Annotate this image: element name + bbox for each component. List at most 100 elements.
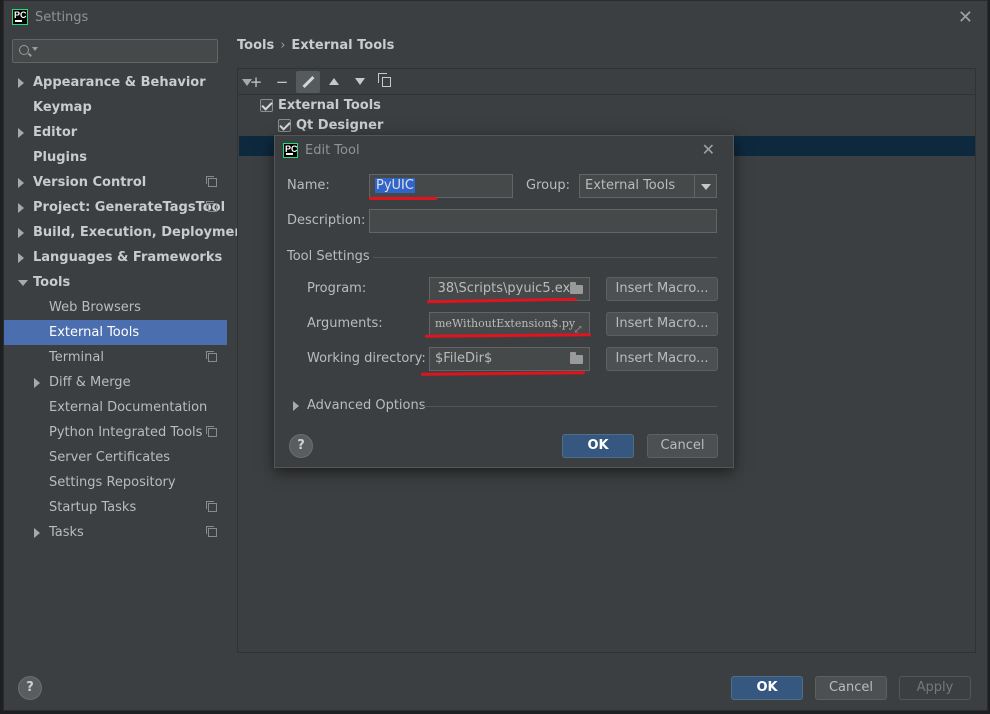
qt-designer-checkbox[interactable] [278,119,291,132]
sidebar-item-web-browsers[interactable]: Web Browsers [4,295,227,320]
annotation-underline [369,197,437,200]
insert-macro-arguments-button[interactable]: Insert Macro... [606,312,718,336]
dialog-title: Edit Tool [305,142,360,158]
sidebar-item-terminal[interactable]: Terminal [4,345,227,370]
working-directory-field[interactable]: $FileDir$ [429,347,590,371]
chevron-right-icon[interactable] [18,178,24,188]
chevron-down-icon[interactable] [694,175,716,197]
arrow-down-icon [355,78,365,85]
description-field[interactable] [369,209,717,233]
project-scope-icon [206,201,217,212]
ok-button[interactable]: OK [731,676,803,700]
chevron-right-icon[interactable] [18,253,24,263]
move-up-button[interactable] [322,71,346,93]
chevron-right-icon[interactable] [34,528,40,538]
project-scope-icon [206,526,217,537]
project-scope-icon [206,351,217,362]
description-label: Description: [287,213,366,228]
sidebar-item-external-documentation[interactable]: External Documentation [4,395,227,420]
dialog-cancel-button[interactable]: Cancel [647,434,718,458]
copy-button[interactable] [374,71,398,93]
sidebar-item-label: Server Certificates [49,450,171,465]
sidebar-item-python-integrated-tools[interactable]: Python Integrated Tools [4,420,227,445]
chevron-right-icon[interactable] [18,203,24,213]
chevron-down-icon[interactable] [18,280,28,286]
copy-icon [377,72,391,87]
insert-macro-program-button[interactable]: Insert Macro... [606,277,718,301]
sidebar-item-keymap[interactable]: Keymap [4,95,227,120]
cancel-button[interactable]: Cancel [815,676,887,700]
window-title: Settings [35,9,89,25]
external-tools-group-checkbox[interactable] [260,99,273,112]
dialog-close-icon[interactable]: ✕ [702,140,715,159]
edit-tool-dialog: PC Edit Tool ✕ Name: PyUIC Group: Extern… [274,135,734,468]
breadcrumb: Tools › External Tools [237,38,394,53]
sidebar-item-label: Startup Tasks [49,500,137,515]
name-label: Name: [287,178,330,193]
advanced-options-divider [421,406,717,407]
arguments-label: Arguments: [307,316,383,331]
sidebar-item-settings-repository[interactable]: Settings Repository [4,470,227,495]
project-scope-icon [206,176,217,187]
close-icon[interactable]: ✕ [958,7,973,28]
apply-button[interactable]: Apply [899,676,971,700]
sidebar-item-languages-frameworks[interactable]: Languages & Frameworks [4,245,227,270]
qt-designer-label[interactable]: Qt Designer [296,116,383,136]
dialog-help-button[interactable]: ? [289,434,313,458]
external-tools-group-label[interactable]: External Tools [278,96,381,116]
advanced-options-label[interactable]: Advanced Options [307,398,426,413]
advanced-options-arrow-icon[interactable] [293,401,299,411]
title-bar: PC Settings ✕ [4,1,987,33]
sidebar-item-tools[interactable]: Tools [4,270,227,295]
name-field[interactable]: PyUIC [369,174,513,198]
chevron-right-icon[interactable] [18,78,24,88]
arguments-field[interactable]: meWithoutExtension$.py ⤢ [429,312,590,336]
chevron-right-icon[interactable] [34,378,40,388]
sidebar-item-label: Appearance & Behavior [33,75,206,90]
sidebar-item-startup-tasks[interactable]: Startup Tasks [4,495,227,520]
folder-icon[interactable] [570,352,583,364]
sidebar-item-label: Tasks [49,525,84,540]
insert-macro-workdir-button[interactable]: Insert Macro... [606,347,718,371]
search-field[interactable] [12,39,218,63]
sidebar-item-version-control[interactable]: Version Control [4,170,227,195]
annotation-underline [420,371,586,376]
group-combo[interactable]: External Tools [579,174,717,198]
move-down-button[interactable] [348,71,372,93]
annotation-underline [424,333,592,338]
pencil-icon [301,75,315,88]
edit-button[interactable] [296,70,320,93]
sidebar-item-label: Python Integrated Tools [49,425,203,440]
sidebar-item-label: Keymap [33,100,92,115]
arrow-up-icon [329,78,339,85]
sidebar-item-label: Settings Repository [49,475,176,490]
sidebar-item-project-generatetagstool[interactable]: Project: GenerateTagsTool [4,195,227,220]
remove-button[interactable]: − [270,71,294,93]
name-value: PyUIC [375,178,415,193]
sidebar-item-label: Languages & Frameworks [33,250,223,265]
sidebar-item-label: Editor [33,125,78,140]
help-button[interactable]: ? [18,676,42,700]
search-input[interactable] [41,42,211,60]
sidebar-item-plugins[interactable]: Plugins [4,145,227,170]
folder-icon[interactable] [570,282,583,294]
pycharm-logo-icon: PC [283,142,298,158]
breadcrumb-parent[interactable]: Tools [237,38,274,53]
chevron-right-icon[interactable] [18,228,24,238]
group-label: Group: [526,178,570,193]
sidebar-item-tasks[interactable]: Tasks [4,520,227,545]
sidebar-item-external-tools[interactable]: External Tools [4,320,227,345]
sidebar-item-appearance-behavior[interactable]: Appearance & Behavior [4,70,227,95]
sidebar-item-build-execution-deployment[interactable]: Build, Execution, Deployment [4,220,250,245]
expand-arrow-icon[interactable] [242,79,252,86]
sidebar-item-editor[interactable]: Editor [4,120,227,145]
dialog-ok-button[interactable]: OK [562,434,634,458]
sidebar-item-server-certificates[interactable]: Server Certificates [4,445,227,470]
program-value: 38\Scripts\pyuic5.exe [435,281,578,296]
arguments-value: meWithoutExtension$.py [435,317,576,330]
chevron-right-icon[interactable] [18,128,24,138]
sidebar-item-diff-merge[interactable]: Diff & Merge [4,370,227,395]
sidebar-item-label: Web Browsers [49,300,141,315]
tool-settings-divider [373,257,717,258]
chevron-down-icon[interactable] [32,47,38,51]
